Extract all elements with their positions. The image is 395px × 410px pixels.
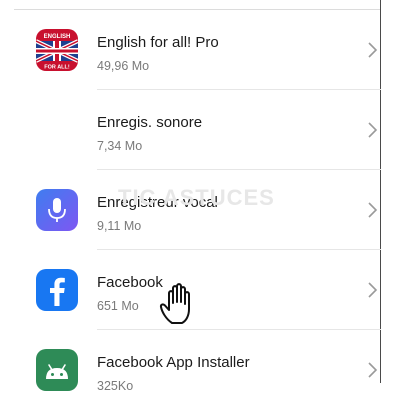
chevron-right-icon bbox=[368, 42, 378, 58]
microphone-icon bbox=[36, 189, 78, 231]
svg-text:FOR ALL!: FOR ALL! bbox=[44, 65, 70, 71]
watermark: TIC ASTUCES bbox=[118, 185, 275, 210]
app-name: Enregis. sonore bbox=[97, 114, 203, 131]
facebook-icon bbox=[36, 269, 78, 311]
chevron-right-icon bbox=[368, 362, 378, 378]
app-size: 7,34 Mo bbox=[97, 139, 143, 153]
app-size: 325Ko bbox=[97, 379, 134, 393]
app-name: Facebook bbox=[97, 274, 163, 291]
app-size: 49,96 Mo bbox=[97, 59, 150, 73]
chevron-right-icon bbox=[368, 122, 378, 138]
app-name: English for all! Pro bbox=[97, 34, 219, 51]
chevron-right-icon bbox=[368, 202, 378, 218]
pointer-hand-icon bbox=[159, 283, 190, 324]
app-size: 9,11 Mo bbox=[97, 219, 142, 233]
english-flag-icon: ENGLISH FOR ALL! bbox=[36, 29, 78, 71]
list-item-enregis-sonore[interactable]: Enregis. sonore 7,34 Mo bbox=[0, 90, 381, 170]
list-item-facebook-app-installer[interactable]: Facebook App Installer 325Ko bbox=[0, 330, 381, 410]
android-icon bbox=[36, 349, 78, 391]
chevron-right-icon bbox=[368, 282, 378, 298]
list-item-english-for-all[interactable]: ENGLISH FOR ALL! English for all! Pro 49… bbox=[0, 10, 381, 90]
svg-text:ENGLISH: ENGLISH bbox=[44, 34, 71, 40]
sound-wave-icon bbox=[36, 109, 78, 151]
app-size: 651 Mo bbox=[97, 299, 139, 313]
app-name: Facebook App Installer bbox=[97, 354, 250, 371]
